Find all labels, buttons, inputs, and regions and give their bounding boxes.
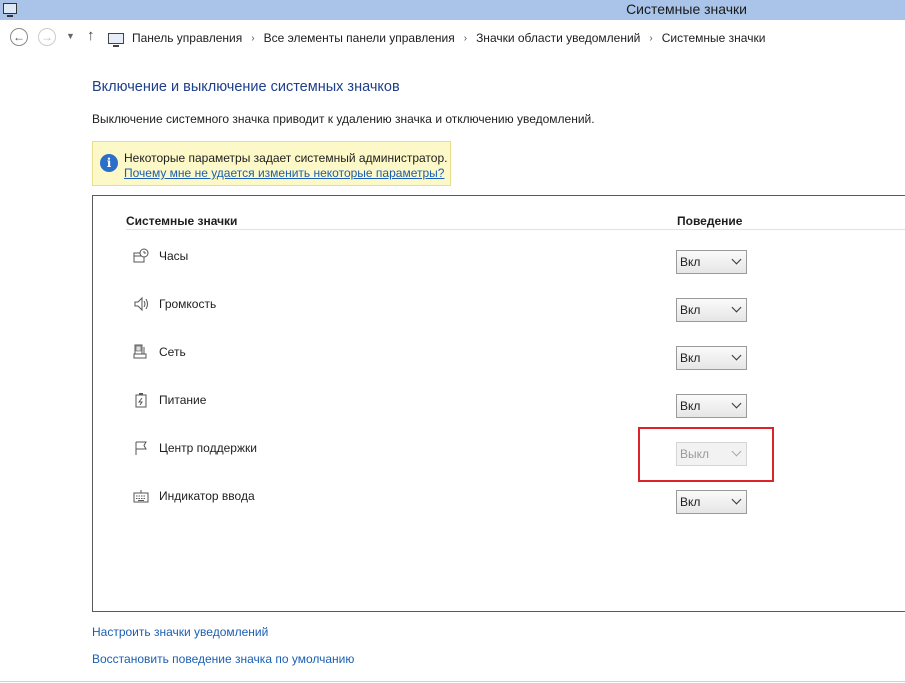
page-title: Включение и выключение системных значков [92,79,400,95]
clock-icon [133,248,149,263]
row-label-volume: Громкость [159,297,217,311]
highlight-box [638,427,774,482]
column-header-system-icons: Системные значки [126,214,238,228]
keyboard-icon [133,490,149,503]
chevron-down-icon [731,398,742,409]
back-button[interactable]: ← [10,28,28,46]
restore-default-behavior-link[interactable]: Восстановить поведение значка по умолчан… [92,652,354,666]
flag-icon [135,441,147,455]
behavior-select-input-indicator[interactable]: Вкл [676,490,747,514]
behavior-select-value: Вкл [680,303,701,317]
recent-locations-dropdown[interactable]: ▼ [66,31,75,41]
forward-arrow-icon: → [41,30,53,44]
row-label-clock: Часы [159,249,189,263]
breadcrumb-item-system-icons[interactable]: Системные значки [662,31,766,45]
behavior-select-volume[interactable]: Вкл [676,298,747,322]
row-label-input-indicator: Индикатор ввода [159,489,255,503]
network-icon [133,344,147,359]
back-arrow-icon: ← [13,30,25,44]
behavior-select-power[interactable]: Вкл [676,394,747,418]
chevron-down-icon [731,254,742,265]
info-message: Некоторые параметры задает системный адм… [124,151,448,165]
row-label-network: Сеть [159,345,186,359]
chevron-down-icon [731,350,742,361]
header-divider [126,229,905,230]
info-icon: i [100,154,118,172]
behavior-select-clock[interactable]: Вкл [676,250,747,274]
window-title: Системные значки [626,1,747,17]
row-label-power: Питание [159,393,207,407]
admin-info-banner: i Некоторые параметры задает системный а… [92,141,451,186]
why-cant-change-link[interactable]: Почему мне не удается изменить некоторые… [124,166,444,180]
system-icons-panel: Системные значки Поведение Часы Вкл Гром… [92,195,905,612]
behavior-select-value: Вкл [680,399,701,413]
configure-notification-icons-link[interactable]: Настроить значки уведомлений [92,625,268,639]
chevron-down-icon [731,494,742,505]
navigation-bar: ← → ▼ ↑ Панель управления › Все элементы… [0,26,905,50]
breadcrumb-separator[interactable]: › [649,33,652,44]
column-header-behavior: Поведение [677,214,743,228]
behavior-select-value: Вкл [680,351,701,365]
behavior-select-value: Вкл [680,495,701,509]
behavior-select-value: Вкл [680,255,701,269]
breadcrumb-item-control-panel[interactable]: Панель управления [132,31,242,45]
chevron-down-icon [731,302,742,313]
breadcrumb-separator[interactable]: › [464,33,467,44]
breadcrumb-item-notification-icons[interactable]: Значки области уведомлений [476,31,640,45]
breadcrumb-item-all-items[interactable]: Все элементы панели управления [264,31,455,45]
computer-icon [108,32,124,47]
forward-button[interactable]: → [38,28,56,46]
page-description: Выключение системного значка приводит к … [92,112,595,126]
row-label-action-center: Центр поддержки [159,441,257,455]
title-bar: Системные значки [0,0,905,20]
up-button[interactable]: ↑ [87,27,95,44]
breadcrumb: Панель управления › Все элементы панели … [108,27,765,49]
volume-icon [134,296,148,312]
breadcrumb-separator[interactable]: › [251,33,254,44]
power-icon [135,393,147,408]
behavior-select-network[interactable]: Вкл [676,346,747,370]
window-bottom-edge [0,681,905,682]
